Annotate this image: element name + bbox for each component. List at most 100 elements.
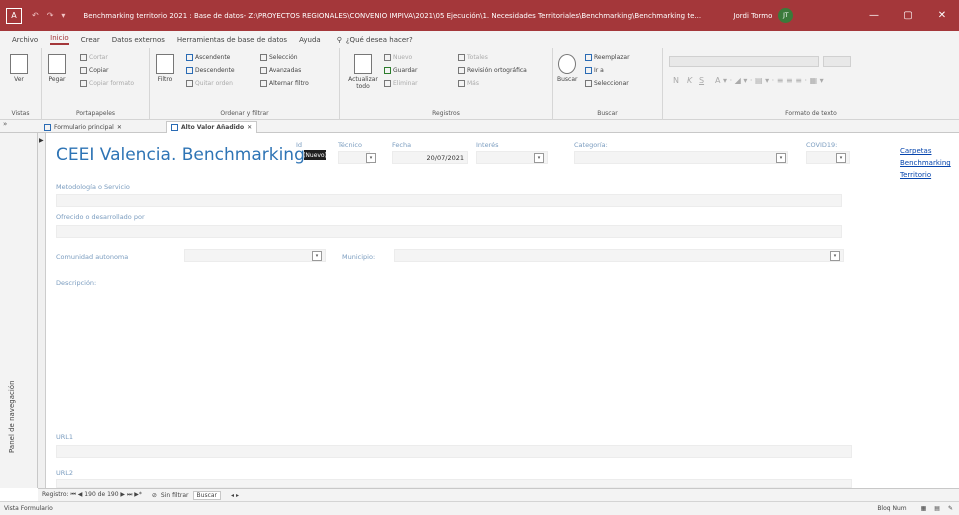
ofrecido-field[interactable] bbox=[56, 225, 842, 238]
horizontal-scrollbar[interactable]: ◂ ▸ bbox=[231, 492, 239, 499]
covid-label: COVID19: bbox=[806, 141, 838, 149]
filter-icon bbox=[156, 54, 174, 74]
group-portapapeles: Pegar Cortar Copiar Copiar formato Porta… bbox=[42, 48, 150, 120]
find-icon bbox=[558, 54, 577, 74]
qat-customize-icon[interactable]: ▾ bbox=[61, 11, 65, 20]
view-icon bbox=[10, 54, 28, 74]
revision-ortografica-button[interactable]: Revisión ortográfica bbox=[458, 67, 527, 74]
chevron-down-icon[interactable]: ▾ bbox=[366, 153, 376, 163]
ascendente-button[interactable]: Ascendente bbox=[186, 54, 230, 61]
undo-icon[interactable]: ↶ bbox=[32, 11, 39, 20]
avanzadas-button[interactable]: Avanzadas bbox=[260, 67, 301, 74]
totales-button[interactable]: Totales bbox=[458, 54, 488, 61]
clear-sort-icon bbox=[186, 80, 193, 87]
tab-archivo[interactable]: Archivo bbox=[12, 36, 38, 44]
id-field[interactable]: (Nuevo) bbox=[303, 150, 327, 160]
cortar-button[interactable]: Cortar bbox=[80, 54, 108, 61]
tab-inicio[interactable]: Inicio bbox=[50, 34, 69, 45]
goto-icon bbox=[585, 67, 592, 74]
navigation-pane[interactable]: Panel de navegación bbox=[0, 133, 38, 488]
quitar-orden-button[interactable]: Quitar orden bbox=[186, 80, 233, 87]
access-app-icon[interactable]: A bbox=[6, 7, 22, 24]
bold-button[interactable]: N bbox=[673, 76, 679, 85]
close-tab-icon[interactable]: ✕ bbox=[247, 124, 252, 131]
close-tab-icon[interactable]: ✕ bbox=[117, 124, 122, 131]
guardar-button[interactable]: Guardar bbox=[384, 67, 417, 74]
buscar-button[interactable]: Buscar bbox=[557, 54, 578, 83]
group-label-buscar: Buscar bbox=[597, 110, 618, 117]
font-size-dropdown[interactable] bbox=[823, 56, 851, 67]
underline-button[interactable]: S bbox=[699, 76, 704, 85]
record-navigator[interactable]: Registro: ⏮ ◀ 190 de 190 ▶ ⏭ ▶* bbox=[42, 491, 142, 499]
lightbulb-icon: ⚲ bbox=[336, 35, 342, 44]
maximize-button[interactable]: ▢ bbox=[891, 10, 925, 21]
ver-button[interactable]: Ver bbox=[10, 54, 28, 83]
copiar-button[interactable]: Copiar bbox=[80, 67, 108, 74]
ir-a-button[interactable]: Ir a bbox=[585, 67, 604, 74]
link-carpetas[interactable]: Carpetas bbox=[900, 147, 932, 155]
user-name[interactable]: Jordi Tormo bbox=[733, 12, 772, 20]
redo-icon[interactable]: ↷ bbox=[47, 11, 54, 20]
reemplazar-button[interactable]: Reemplazar bbox=[585, 54, 630, 61]
link-territorio[interactable]: Territorio bbox=[900, 171, 931, 179]
user-avatar[interactable]: JT bbox=[778, 8, 794, 23]
font-color-icon[interactable]: A ▾ · ◢ ▾ · ▤ ▾ · ≡ ≡ ≡ · ▦ ▾ bbox=[715, 76, 824, 85]
close-button[interactable]: ✕ bbox=[925, 10, 959, 21]
nav-pane-toggle-icon[interactable]: » bbox=[3, 120, 7, 128]
design-view-icon[interactable]: ✎ bbox=[948, 505, 953, 512]
metodologia-field[interactable] bbox=[56, 194, 842, 207]
chevron-down-icon[interactable]: ▾ bbox=[830, 251, 840, 261]
seleccion-button[interactable]: Selección bbox=[260, 54, 298, 61]
tab-crear[interactable]: Crear bbox=[81, 36, 100, 44]
chevron-down-icon[interactable]: ▾ bbox=[534, 153, 544, 163]
sin-filtrar-button[interactable]: Sin filtrar bbox=[161, 492, 189, 499]
paste-icon bbox=[48, 54, 66, 74]
spelling-icon bbox=[458, 67, 465, 74]
tab-alto-valor-anadido[interactable]: Alto Valor Añadido ✕ bbox=[166, 121, 258, 133]
tab-herramientas[interactable]: Herramientas de base de datos bbox=[177, 36, 287, 44]
group-buscar: Buscar Reemplazar Ir a Seleccionar Busca… bbox=[553, 48, 663, 120]
url2-field[interactable] bbox=[56, 479, 852, 488]
layout-view-icon[interactable]: ▤ bbox=[934, 505, 940, 512]
comunidad-field[interactable] bbox=[184, 249, 326, 262]
no-filter-icon[interactable]: ⊘ bbox=[152, 492, 157, 499]
nuevo-button[interactable]: Nuevo bbox=[384, 54, 412, 61]
tab-datos-externos[interactable]: Datos externos bbox=[112, 36, 165, 44]
chevron-down-icon[interactable]: ▾ bbox=[836, 153, 846, 163]
categoria-field[interactable] bbox=[574, 151, 788, 164]
ribbon-tabs: Archivo Inicio Crear Datos externos Herr… bbox=[0, 31, 959, 48]
copiar-formato-button[interactable]: Copiar formato bbox=[80, 80, 134, 87]
descendente-button[interactable]: Descendente bbox=[186, 67, 235, 74]
fecha-field[interactable]: 20/07/2021 bbox=[392, 151, 468, 164]
link-benchmarking[interactable]: Benchmarking bbox=[900, 159, 959, 167]
replace-icon bbox=[585, 54, 592, 61]
minimize-button[interactable]: — bbox=[857, 10, 891, 21]
group-label-formato: Formato de texto bbox=[785, 110, 837, 117]
chevron-down-icon[interactable]: ▾ bbox=[776, 153, 786, 163]
group-vistas: Ver Vistas bbox=[0, 48, 42, 120]
descripcion-field[interactable] bbox=[56, 290, 852, 420]
tecnico-label: Técnico bbox=[338, 141, 362, 149]
title-bar: A ↶ ↷ ▾ Benchmarking territorio 2021 : B… bbox=[0, 0, 959, 31]
tell-me-input[interactable]: ¿Qué desea hacer? bbox=[346, 36, 413, 44]
tab-ayuda[interactable]: Ayuda bbox=[299, 36, 321, 44]
scissors-icon bbox=[80, 54, 87, 61]
url1-field[interactable] bbox=[56, 445, 852, 458]
seleccionar-button[interactable]: Seleccionar bbox=[585, 80, 629, 87]
search-box[interactable]: Buscar bbox=[192, 490, 222, 500]
delete-icon bbox=[384, 80, 391, 87]
group-label-portapapeles: Portapapeles bbox=[75, 110, 116, 117]
italic-button[interactable]: K bbox=[687, 76, 692, 85]
alternar-filtro-button[interactable]: Alternar filtro bbox=[260, 80, 309, 87]
eliminar-button[interactable]: Eliminar bbox=[384, 80, 418, 87]
font-name-dropdown[interactable] bbox=[669, 56, 819, 67]
record-selector[interactable]: ▶ bbox=[38, 133, 46, 488]
chevron-down-icon[interactable]: ▾ bbox=[312, 251, 322, 261]
tab-formulario-principal[interactable]: Formulario principal ✕ bbox=[40, 121, 126, 133]
pegar-button[interactable]: Pegar bbox=[48, 54, 66, 83]
filtro-button[interactable]: Filtro bbox=[156, 54, 174, 83]
mas-button[interactable]: Más bbox=[458, 80, 479, 87]
municipio-field[interactable] bbox=[394, 249, 844, 262]
form-view-icon[interactable]: ▦ bbox=[921, 505, 927, 512]
actualizar-button[interactable]: Actualizar todo bbox=[346, 54, 380, 90]
